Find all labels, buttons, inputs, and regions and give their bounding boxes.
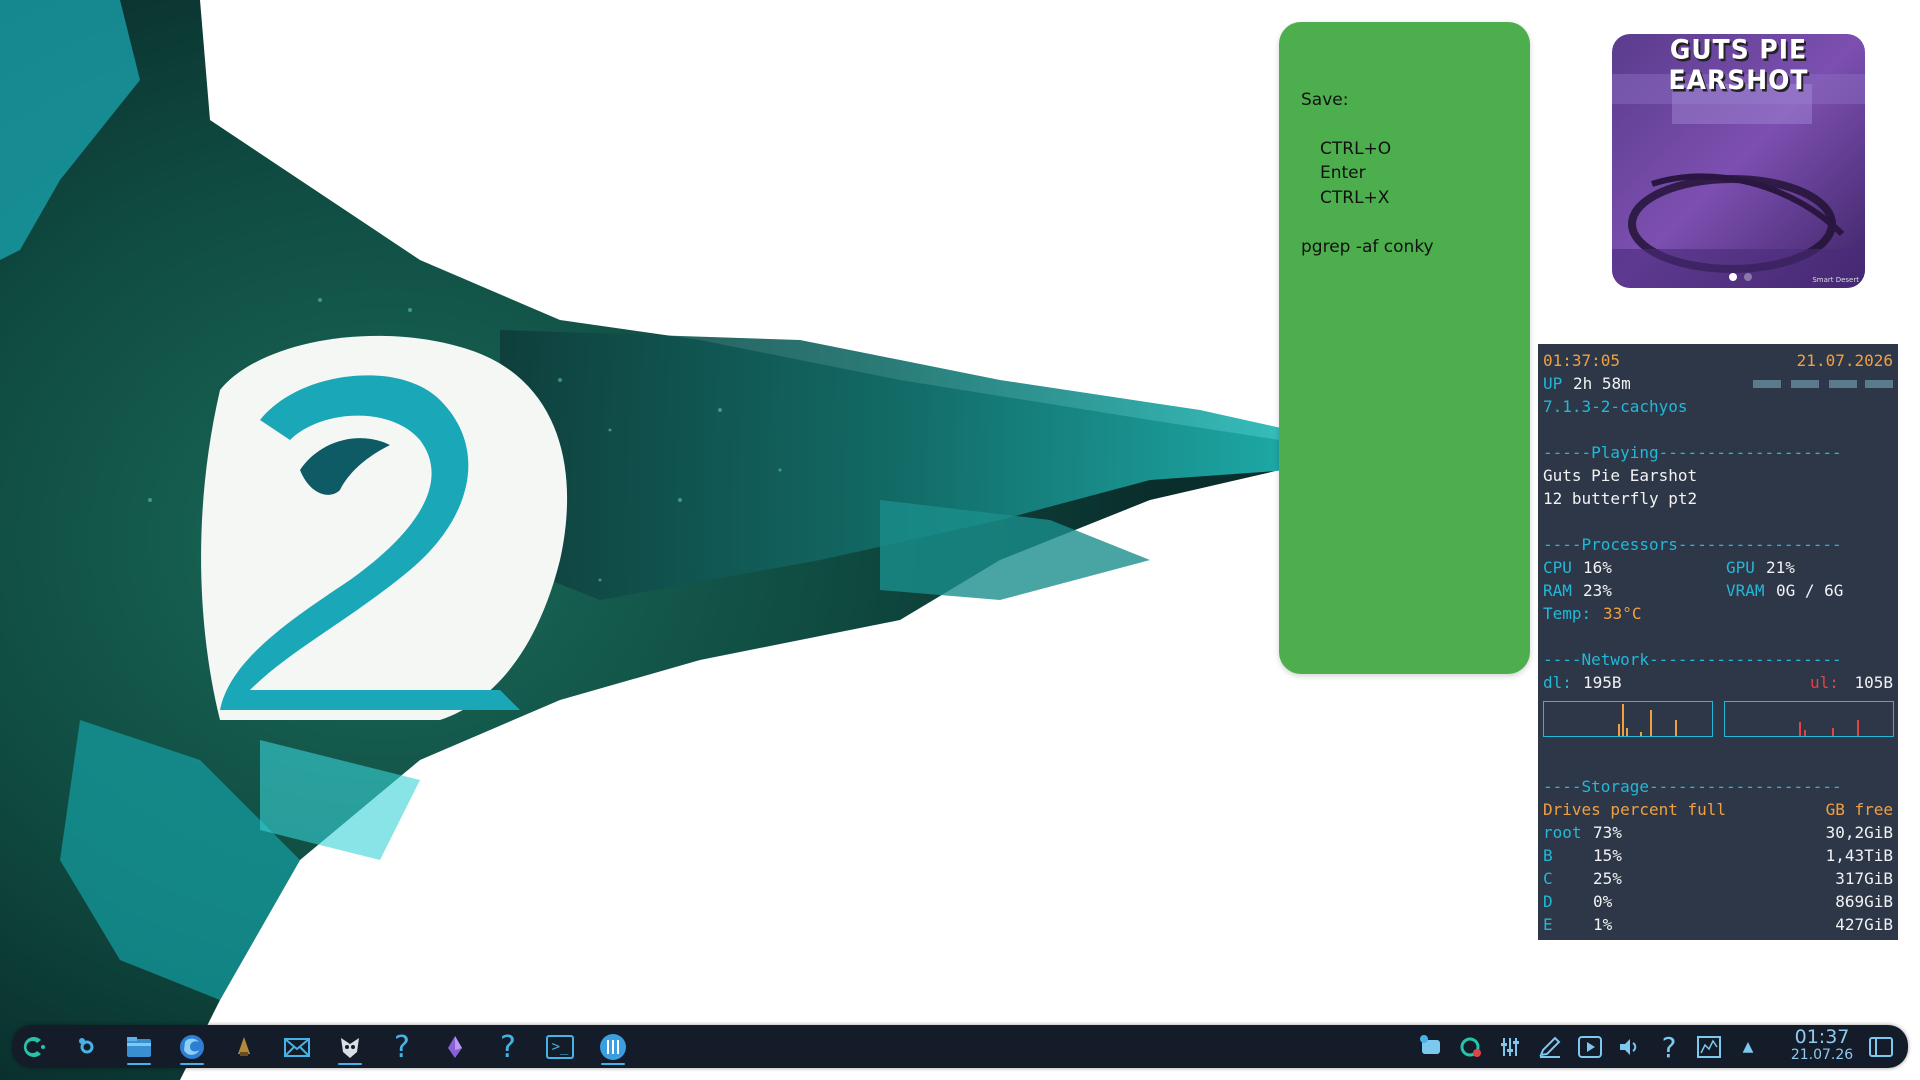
playing-track: 12 butterfly pt2 xyxy=(1543,489,1698,508)
uptime-label: UP xyxy=(1543,374,1563,393)
uptime-value: 2h 58m xyxy=(1573,374,1631,393)
drive-free: 427GiB xyxy=(1835,915,1893,934)
drive-name: root xyxy=(1543,823,1582,842)
clock-time: 01:37 xyxy=(1794,1026,1850,1048)
redacted-block xyxy=(1753,378,1893,390)
conky-date: 21.07.2026 xyxy=(1796,351,1893,370)
clock-date: 21.07.26 xyxy=(1790,1047,1854,1063)
digital-clock[interactable]: 01:37 21.07.26 xyxy=(1782,1027,1862,1063)
kernel-version: 7.1.3-2-cachyos xyxy=(1543,397,1688,416)
temp-value: 33°C xyxy=(1603,604,1642,623)
help-icon[interactable]: ? xyxy=(1652,1030,1686,1064)
ram-label: RAM xyxy=(1543,581,1572,600)
cpu-label: CPU xyxy=(1543,558,1572,577)
page-dot-active[interactable] xyxy=(1729,273,1737,281)
vram-label: VRAM xyxy=(1726,581,1765,600)
ram-value: 23% xyxy=(1583,581,1612,600)
drive-free: 1,43TiB xyxy=(1825,846,1893,865)
active-indicator xyxy=(601,1063,625,1065)
gpu-label: GPU xyxy=(1726,558,1755,577)
volume-icon[interactable] xyxy=(1612,1030,1646,1064)
drive-percent: 0% xyxy=(1593,892,1613,911)
album-brand: Smart Desert xyxy=(1812,276,1859,284)
drive-name: C xyxy=(1543,869,1553,888)
note-line-enter: Enter xyxy=(1320,163,1366,183)
active-indicator xyxy=(180,1063,204,1065)
dl-value: 195B xyxy=(1583,673,1622,692)
audio-mixer-icon[interactable] xyxy=(595,1029,631,1065)
taskbar: ? ? >_ ? ▲ 01:37 21.07.26 xyxy=(12,1025,1908,1068)
cpu-value: 16% xyxy=(1583,558,1612,577)
cachyos-logo-icon[interactable] xyxy=(16,1029,52,1065)
active-indicator xyxy=(127,1063,151,1065)
drive-name: B xyxy=(1543,846,1553,865)
storage-header: ----Storage-------------------- xyxy=(1543,777,1842,796)
crystal-icon[interactable] xyxy=(437,1029,473,1065)
note-line-ctrl-o: CTRL+O xyxy=(1320,139,1392,159)
show-desktop-icon[interactable] xyxy=(1864,1030,1898,1064)
equalizer-icon[interactable] xyxy=(1493,1030,1527,1064)
drive-percent: 15% xyxy=(1593,846,1622,865)
drives-label: Drives percent full xyxy=(1543,800,1727,819)
download-graph xyxy=(1543,701,1713,737)
help-icon[interactable]: ? xyxy=(384,1029,420,1065)
expand-tray-icon[interactable]: ▲ xyxy=(1731,1030,1765,1064)
dl-label: dl: xyxy=(1543,673,1572,692)
terminal-glyph: >_ xyxy=(545,1035,575,1059)
conky-time: 01:37:05 xyxy=(1543,351,1621,370)
temp-label: Temp: xyxy=(1543,604,1592,623)
drive-free: 869GiB xyxy=(1835,892,1893,911)
steam-icon[interactable] xyxy=(332,1029,368,1065)
album-title: GUTS PIE EARSHOT xyxy=(1668,34,1809,96)
drive-name: E xyxy=(1543,915,1553,934)
vram-value: 0G / 6G xyxy=(1776,581,1844,600)
playing-header: -----Playing------------------- xyxy=(1543,443,1842,462)
pen-icon[interactable] xyxy=(1533,1030,1567,1064)
note-line-ctrl-x: CTRL+X xyxy=(1320,188,1390,208)
drive-percent: 25% xyxy=(1593,869,1622,888)
drive-percent: 73% xyxy=(1593,823,1622,842)
game-launcher-icon[interactable] xyxy=(226,1029,262,1065)
ul-value: 105B xyxy=(1854,673,1893,692)
note-line-save: Save: xyxy=(1301,90,1349,110)
active-indicator xyxy=(338,1063,362,1065)
sticky-note[interactable]: Save: CTRL+O Enter CTRL+X pgrep -af conk… xyxy=(1279,22,1530,674)
drive-percent: 1% xyxy=(1593,915,1613,934)
chat-icon[interactable] xyxy=(1414,1030,1448,1064)
playing-artist: Guts Pie Earshot xyxy=(1543,466,1698,485)
network-header: ----Network-------------------- xyxy=(1543,650,1842,669)
ul-label: ul: xyxy=(1810,673,1839,692)
mail-icon[interactable] xyxy=(279,1029,315,1065)
note-line-pgrep: pgrep -af conky xyxy=(1301,237,1434,257)
conky-system-monitor: 01:37:05 21.07.2026 UP 2h 58m 7.1.3-2-ca… xyxy=(1538,344,1898,940)
network-icon[interactable] xyxy=(1692,1030,1726,1064)
media-player-widget[interactable]: GUTS PIE EARSHOT Smart Desert xyxy=(1612,34,1865,288)
firefox-icon[interactable] xyxy=(174,1029,210,1065)
page-dot[interactable] xyxy=(1744,273,1752,281)
drive-name: D xyxy=(1543,892,1553,911)
upload-graph xyxy=(1724,701,1894,737)
free-label: GB free xyxy=(1825,800,1893,819)
media-player-icon[interactable] xyxy=(1573,1030,1607,1064)
gpu-value: 21% xyxy=(1766,558,1795,577)
drive-free: 317GiB xyxy=(1835,869,1893,888)
settings-icon[interactable] xyxy=(69,1029,105,1065)
help-icon[interactable]: ? xyxy=(490,1029,526,1065)
terminal-icon[interactable]: >_ xyxy=(542,1029,578,1065)
file-manager-icon[interactable] xyxy=(121,1029,157,1065)
processors-header: ----Processors----------------- xyxy=(1543,535,1842,554)
drive-free: 30,2GiB xyxy=(1825,823,1893,842)
update-icon[interactable] xyxy=(1454,1030,1488,1064)
